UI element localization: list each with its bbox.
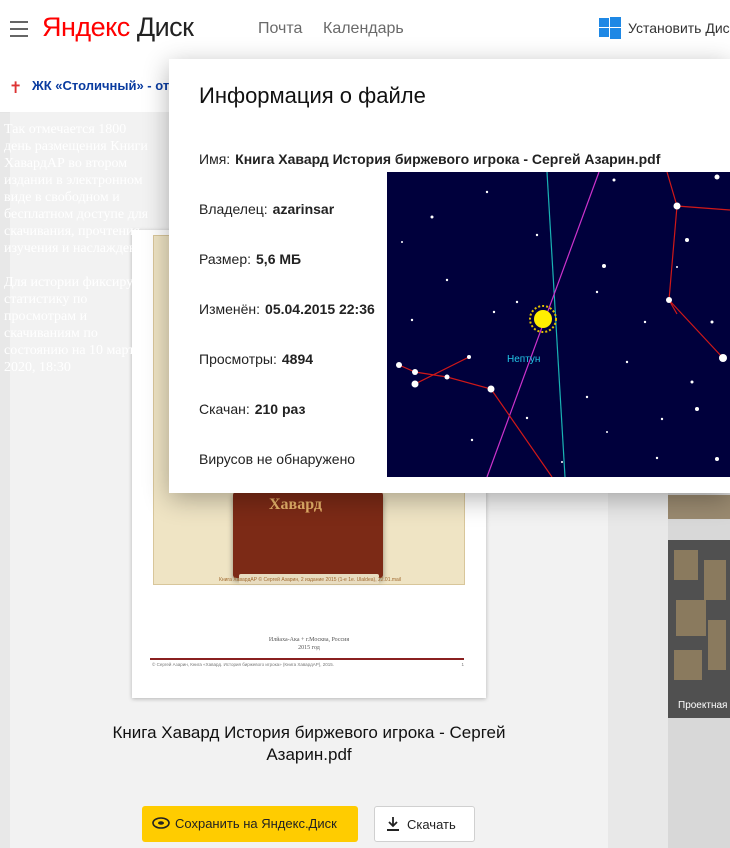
document-footer: © Сергей Азарин, Книга «Хавард. История … <box>152 662 464 667</box>
download-button[interactable]: Скачать <box>374 806 475 842</box>
star-map-image: Нептун <box>387 172 730 477</box>
views-row: Просмотры: 4894 <box>199 351 314 367</box>
downloads-row: Скачан: 210 раз <box>199 401 306 417</box>
download-icon <box>387 817 399 831</box>
book-cover-title: Хавард <box>269 496 322 513</box>
windows-icon <box>599 17 621 39</box>
planet-label: Нептун <box>507 354 540 365</box>
size-row: Размер: 5,6 МБ <box>199 251 302 267</box>
file-info-dialog: Информация о файле Имя: Книга Хавард Исто… <box>169 59 730 493</box>
nav-link-calendar[interactable]: Календарь <box>323 20 404 38</box>
ad-link[interactable]: ЖК «Столичный» - от <box>32 78 169 93</box>
virus-status: Вирусов не обнаружено <box>199 451 356 467</box>
cover-caption: Книга ХавардАР © Сергей Азарин, 2 издани… <box>218 577 402 583</box>
owner-row: Владелец: azarinsar <box>199 201 335 217</box>
dialog-title: Информация о файле <box>199 83 426 108</box>
related-thumbnail[interactable] <box>668 495 730 519</box>
nav-link-mail[interactable]: Почта <box>258 20 302 38</box>
footer-divider <box>150 658 464 660</box>
related-thumbnail-floorplan[interactable] <box>668 540 730 718</box>
related-caption: Проектная <box>678 700 728 711</box>
file-name-row: Имя: Книга Хавард История биржевого игрок… <box>199 151 661 167</box>
yandex-disk-logo[interactable]: Яндекс Диск <box>42 12 194 43</box>
install-disk-link[interactable]: Установить Диск <box>628 20 730 36</box>
disk-icon <box>152 817 170 829</box>
save-to-disk-button[interactable]: Сохранить на Яндекс.Диск <box>142 806 358 842</box>
menu-icon[interactable] <box>10 21 28 37</box>
file-title: Книга Хавард История биржевого игрока - … <box>112 723 506 764</box>
modified-row: Изменён: 05.04.2015 22:36 <box>199 301 375 317</box>
ad-icon: ✝ <box>9 80 23 97</box>
document-imprint: Илйаха-Ака + г.Москва, Россия 2015 год <box>268 637 350 651</box>
sidebar-note: Так отмечается 1800 день размещения Книг… <box>4 122 154 375</box>
